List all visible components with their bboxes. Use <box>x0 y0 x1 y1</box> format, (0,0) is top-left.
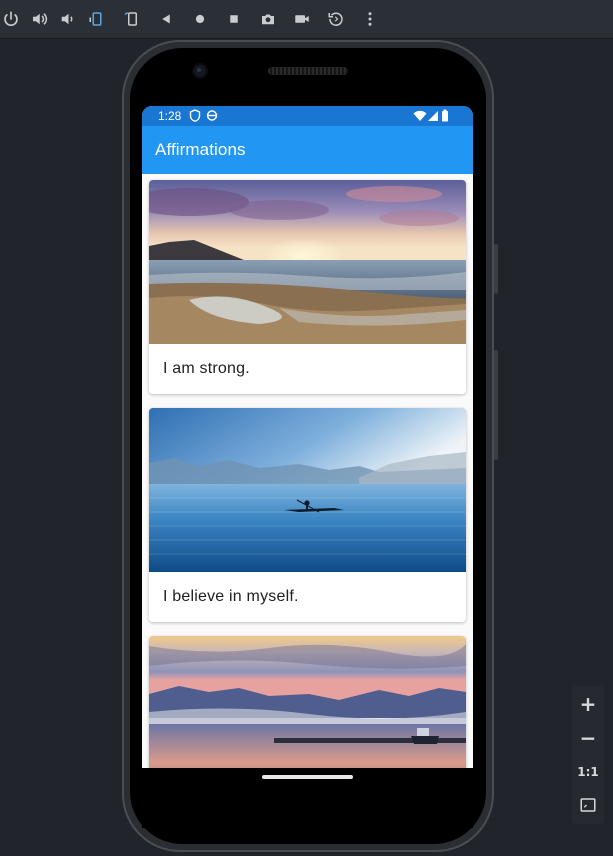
camera-icon[interactable] <box>258 9 278 29</box>
device-screen: 1:28 Affirmations I am strong. I believe… <box>142 106 473 768</box>
actual-size-button[interactable]: 1:1 <box>572 757 604 787</box>
replay-icon[interactable] <box>326 9 346 29</box>
affirmation-card[interactable]: I believe in myself. <box>149 408 466 622</box>
gesture-home-handle[interactable] <box>262 775 353 779</box>
device-power-button <box>494 244 498 294</box>
fit-screen-icon[interactable] <box>572 790 604 820</box>
video-icon[interactable] <box>292 9 312 29</box>
app-title: Affirmations <box>155 140 246 159</box>
zoom-panel: + − 1:1 <box>572 686 604 824</box>
power-icon[interactable] <box>1 9 21 29</box>
app-bar: Affirmations <box>142 126 473 174</box>
affirmation-text: I believe in myself. <box>163 588 299 605</box>
front-camera-icon <box>194 65 206 77</box>
affirmation-image-lake-dusk-dock <box>149 636 466 768</box>
zoom-out-button[interactable]: − <box>572 723 604 753</box>
wifi-icon <box>413 110 427 121</box>
volume-up-icon[interactable] <box>29 9 49 29</box>
rotate-right-icon[interactable] <box>121 9 141 29</box>
status-time: 1:28 <box>158 109 182 123</box>
affirmation-card[interactable] <box>149 636 466 768</box>
notification-icon <box>206 110 218 121</box>
home-icon[interactable] <box>190 9 210 29</box>
battery-icon <box>442 109 448 122</box>
rotate-left-icon[interactable] <box>87 9 107 29</box>
affirmation-text: I am strong. <box>163 360 250 377</box>
affirmation-card[interactable]: I am strong. <box>149 180 466 394</box>
volume-down-icon[interactable] <box>57 9 77 29</box>
status-bar: 1:28 <box>142 106 473 126</box>
zoom-in-button[interactable]: + <box>572 689 604 719</box>
device-volume-rocker <box>494 350 498 460</box>
emulator-toolbar <box>0 0 613 39</box>
more-icon[interactable] <box>360 9 380 29</box>
affirmation-image-beach-sunset <box>149 180 466 344</box>
overview-icon[interactable] <box>224 9 244 29</box>
shield-icon <box>189 109 201 122</box>
affirmation-image-lake-kayak <box>149 408 466 572</box>
earpiece-speaker <box>268 67 348 75</box>
back-icon[interactable] <box>156 9 176 29</box>
cellular-signal-icon <box>428 111 438 121</box>
affirmation-list[interactable]: I am strong. I believe in myself. <box>142 174 473 768</box>
